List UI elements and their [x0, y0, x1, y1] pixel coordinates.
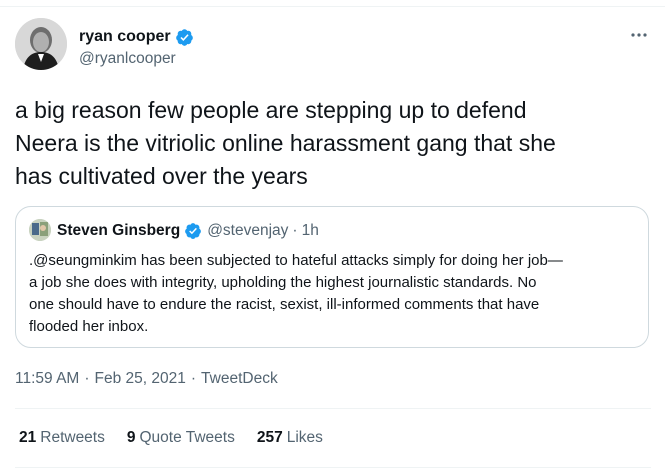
- quote-text: .@seungminkim has been subjected to hate…: [29, 252, 563, 335]
- quote-tweets-count: 9: [126, 429, 136, 446]
- tweet-metadata: 11:59 AM · Feb 25, 2021 · TweetDeck: [15, 370, 278, 388]
- retweets-label: Retweets: [40, 429, 105, 446]
- author-handle[interactable]: @ryanlcooper: [79, 50, 176, 68]
- meta-separator: ·: [190, 370, 197, 387]
- tweet-time[interactable]: 11:59 AM: [15, 370, 79, 388]
- avatar[interactable]: [15, 18, 67, 70]
- quote-tweets-label: Quote Tweets: [139, 429, 235, 446]
- quote-handle: @stevenjay: [207, 222, 289, 239]
- top-divider: [0, 6, 665, 7]
- tweet-text: a big reason few people are stepping up …: [15, 97, 556, 189]
- verified-badge-icon: [184, 222, 202, 240]
- quote-display-name: Steven Ginsberg: [57, 222, 181, 239]
- quoted-tweet[interactable]: Steven Ginsberg @stevenjay · 1h .@seungm…: [15, 206, 649, 348]
- likes-label: Likes: [286, 429, 323, 446]
- likes-stat[interactable]: 257 Likes: [257, 429, 323, 447]
- tweet-date[interactable]: Feb 25, 2021: [95, 370, 186, 388]
- retweets-stat[interactable]: 21 Retweets: [19, 429, 105, 447]
- quote-timestamp: 1h: [301, 222, 319, 239]
- more-options-icon[interactable]: [627, 26, 651, 44]
- quote-separator: ·: [292, 222, 298, 239]
- quote-tweets-stat[interactable]: 9 Quote Tweets: [127, 429, 235, 447]
- author-display-name[interactable]: ryan cooper: [79, 28, 171, 46]
- divider: [15, 467, 651, 468]
- quote-header: Steven Ginsberg @stevenjay · 1h: [57, 221, 319, 241]
- author-name-row: ryan cooper: [79, 26, 194, 48]
- engagement-stats: 21 Retweets 9 Quote Tweets 257 Likes: [19, 429, 345, 447]
- meta-separator: ·: [84, 370, 90, 387]
- divider: [15, 408, 651, 409]
- tweet-container: ryan cooper @ryanlcooper a big reason fe…: [0, 0, 665, 472]
- likes-count: 257: [256, 429, 283, 446]
- retweets-count: 21: [19, 429, 37, 446]
- verified-badge-icon: [175, 28, 194, 47]
- quote-avatar[interactable]: [29, 219, 51, 241]
- tweet-source[interactable]: TweetDeck: [201, 370, 278, 388]
